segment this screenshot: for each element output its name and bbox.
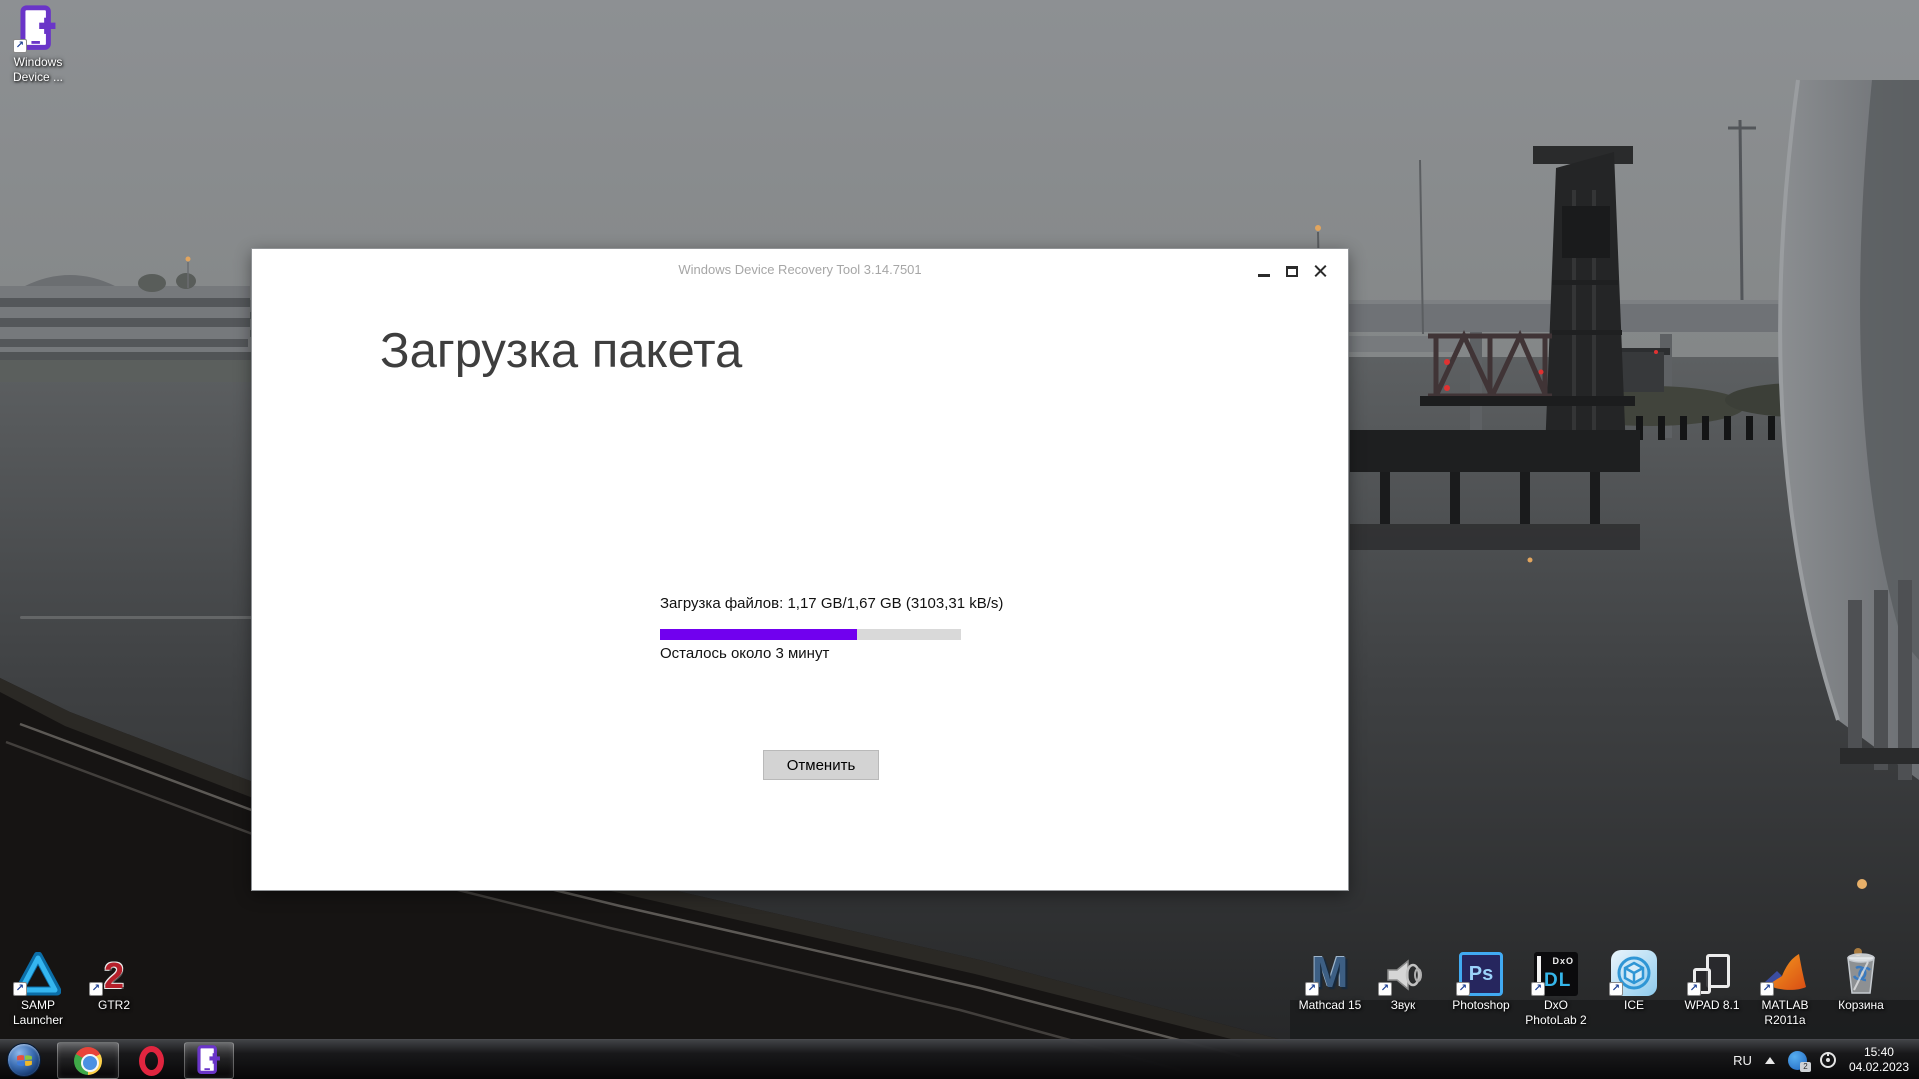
shortcut-arrow-icon: ↗ (13, 982, 27, 996)
desktop-icon-label: Windows Device ... (12, 55, 63, 84)
progress-bar (660, 629, 961, 640)
clock-date: 04.02.2023 (1848, 1060, 1909, 1074)
tray-badge: 2 (1799, 1061, 1811, 1072)
shortcut-arrow-icon: ↗ (1305, 982, 1319, 996)
taskbar-wdrt-button[interactable] (184, 1042, 234, 1079)
shortcut-arrow-icon: ↗ (1760, 982, 1774, 996)
windows-logo-icon (15, 1051, 34, 1070)
taskbar-opera-button[interactable] (128, 1042, 174, 1079)
language-indicator[interactable]: RU (1733, 1053, 1752, 1068)
desktop-icon-windows-device-recovery-tool[interactable]: ↗ Windows Device ... (0, 3, 76, 85)
desktop-icon-label: SAMP Launcher (12, 998, 64, 1027)
shortcut-arrow-icon: ↗ (89, 982, 103, 996)
taskbar-chrome-button[interactable] (57, 1042, 119, 1079)
taskbar: RU 2 15:40 04.02.2023 (0, 1039, 1919, 1079)
maximize-button[interactable] (1278, 259, 1306, 283)
wdrt-phone-icon (197, 1045, 221, 1076)
chrome-icon (74, 1046, 102, 1075)
tray-record-icon[interactable] (1819, 1052, 1836, 1068)
desktop-icon-label: MATLAB R2011a (1761, 998, 1809, 1027)
desktop-icon-mathcad[interactable]: M ↗ Mathcad 15 (1292, 946, 1368, 1013)
desktop-icon-recycle-bin[interactable]: Корзина (1823, 946, 1899, 1013)
desktop-icon-wpad[interactable]: ↗ WPAD 8.1 (1674, 946, 1750, 1013)
shortcut-arrow-icon: ↗ (1531, 982, 1545, 996)
opera-icon (138, 1045, 164, 1076)
desktop-icon-gtr2[interactable]: 2 ↗ GTR2 (76, 946, 152, 1013)
page-title: Загрузка пакета (380, 324, 743, 378)
desktop-icon-label: Photoshop (1452, 998, 1510, 1012)
progress-fill (660, 629, 858, 640)
cancel-button[interactable]: Отменить (763, 750, 879, 780)
time-remaining-text: Осталось около 3 минут (660, 645, 830, 662)
desktop-icon-photoshop[interactable]: Ps ↗ Photoshop (1443, 946, 1519, 1013)
desktop-icon-label: GTR2 (97, 998, 130, 1012)
wdrt-window: Windows Device Recovery Tool 3.14.7501 З… (252, 249, 1348, 890)
shortcut-arrow-icon: ↗ (13, 39, 27, 53)
window-title: Windows Device Recovery Tool 3.14.7501 (678, 262, 922, 277)
clock[interactable]: 15:40 04.02.2023 (1849, 1045, 1913, 1075)
desktop-icon-label: WPAD 8.1 (1684, 998, 1740, 1012)
show-hidden-icons-button[interactable] (1764, 1056, 1775, 1064)
close-button[interactable] (1306, 259, 1334, 283)
desktop-icon-label: ICE (1623, 998, 1644, 1012)
desktop-icon-matlab[interactable]: ↗ MATLAB R2011a (1747, 946, 1823, 1028)
shortcut-arrow-icon: ↗ (1378, 982, 1392, 996)
download-status-text: Загрузка файлов: 1,17 GB/1,67 GB (3103,3… (660, 595, 1004, 612)
desktop-icon-label: DxO PhotoLab 2 (1525, 998, 1587, 1027)
clock-time: 15:40 (1863, 1045, 1894, 1059)
minimize-button[interactable] (1250, 259, 1278, 283)
desktop-icon-label: Mathcad 15 (1298, 998, 1362, 1012)
desktop-icon-dxo-photolab[interactable]: DxO DL ↗ DxO PhotoLab 2 (1518, 946, 1594, 1028)
desktop-icon-label: Корзина (1838, 998, 1884, 1012)
desktop-icon-label: Звук (1390, 998, 1416, 1012)
shortcut-arrow-icon: ↗ (1609, 982, 1623, 996)
desktop-icon-sound[interactable]: ↗ Звук (1365, 946, 1441, 1013)
tray-app-icon[interactable]: 2 (1787, 1050, 1811, 1072)
shortcut-arrow-icon: ↗ (1456, 982, 1470, 996)
recycle-bin-icon (1847, 953, 1875, 994)
desktop: ↗ Windows Device ... ↗ SAMP Launcher 2 ↗… (0, 0, 1919, 1079)
gtr2-logo-icon: 2 (103, 955, 125, 996)
window-controls (1250, 259, 1334, 283)
shortcut-arrow-icon: ↗ (1687, 982, 1701, 996)
system-tray: RU 2 15:40 04.02.2023 (1733, 1040, 1913, 1079)
desktop-icon-samp-launcher[interactable]: ↗ SAMP Launcher (0, 946, 76, 1028)
start-button[interactable] (7, 1043, 41, 1077)
desktop-icon-ice[interactable]: ↗ ICE (1596, 946, 1672, 1013)
